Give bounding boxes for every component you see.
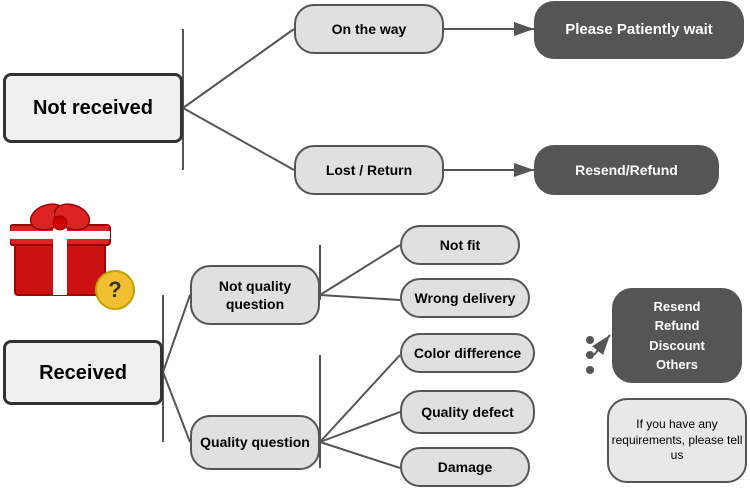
diagram: Not received On the way Please Patiently…	[0, 0, 750, 500]
not-quality-box: Not quality question	[190, 265, 320, 325]
resend-refund-top-box: Resend/Refund	[534, 145, 719, 195]
resend-options-box: Resend Refund Discount Others	[612, 288, 742, 383]
wrong-delivery-box: Wrong delivery	[400, 278, 530, 318]
gift-icon-area: ?	[10, 195, 140, 315]
not-fit-box: Not fit	[400, 225, 520, 265]
lost-return-box: Lost / Return	[294, 145, 444, 195]
quality-defect-box: Quality defect	[400, 390, 535, 434]
on-the-way-box: On the way	[294, 4, 444, 54]
requirements-box: If you have any requirements, please tel…	[607, 398, 747, 483]
not-received-box: Not received	[3, 73, 183, 143]
quality-question-box: Quality question	[190, 415, 320, 470]
please-wait-box: Please Patiently wait	[534, 1, 744, 59]
question-badge: ?	[95, 270, 135, 310]
color-difference-box: Color difference	[400, 333, 535, 373]
received-box: Received	[3, 340, 163, 405]
damage-box: Damage	[400, 447, 530, 487]
